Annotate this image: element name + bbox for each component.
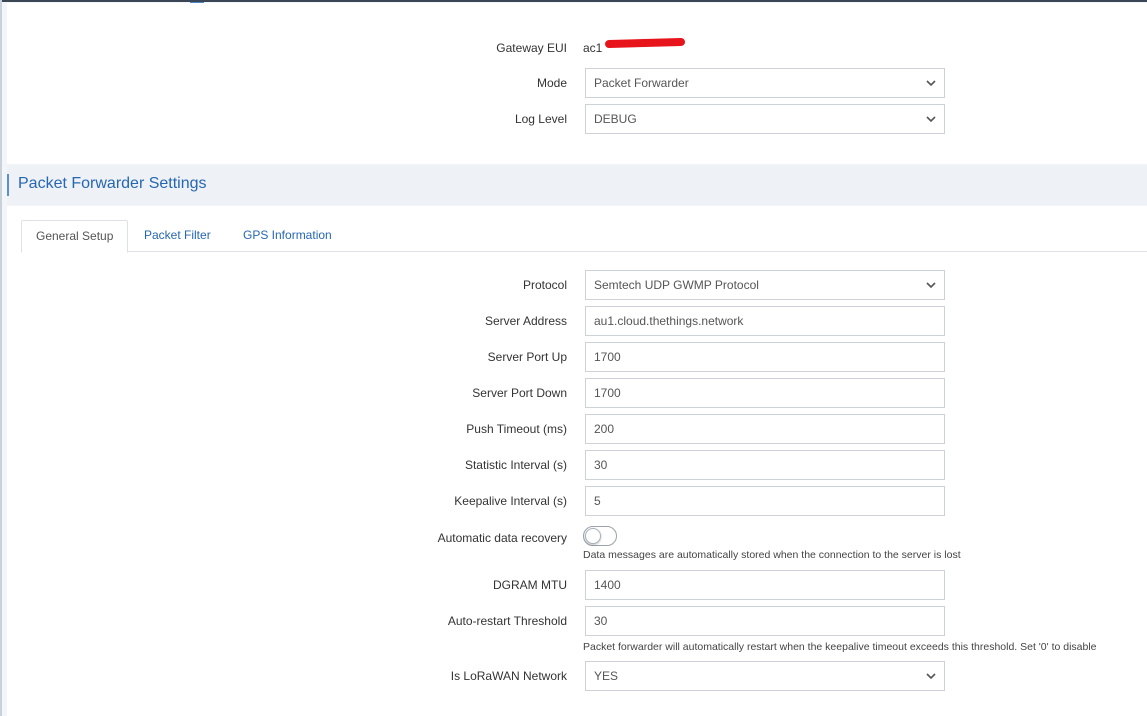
server-address-label: Server Address: [484, 314, 567, 328]
dgram-mtu-input[interactable]: 1400: [585, 570, 945, 600]
statistic-interval-row: Statistic Interval (s) 30: [7, 450, 1147, 480]
auto-recovery-toggle[interactable]: [583, 526, 617, 546]
gateway-eui-label: Gateway EUI: [496, 41, 567, 55]
auto-restart-help: Packet forwarder will automatically rest…: [583, 641, 1097, 653]
server-port-up-input[interactable]: 1700: [585, 342, 945, 372]
left-border: [0, 0, 2, 716]
chevron-down-icon: [926, 80, 936, 87]
dgram-mtu-label: DGRAM MTU: [493, 578, 567, 592]
server-port-up-row: Server Port Up 1700: [7, 342, 1147, 372]
log-level-label: Log Level: [514, 112, 567, 126]
chevron-down-icon: [926, 673, 936, 680]
chevron-down-icon: [926, 282, 936, 289]
protocol-select-value: Semtech UDP GWMP Protocol: [594, 278, 759, 292]
is-lorawan-row: Is LoRaWAN Network YES: [7, 661, 1147, 691]
is-lorawan-select-value: YES: [594, 669, 619, 683]
server-address-input[interactable]: au1.cloud.thethings.network: [585, 306, 945, 336]
mode-row: Mode Packet Forwarder: [7, 68, 1147, 98]
redaction-mark: [604, 37, 686, 49]
server-port-down-row: Server Port Down 1700: [7, 378, 1147, 408]
section-title: Packet Forwarder Settings: [18, 175, 207, 192]
is-lorawan-select[interactable]: YES: [585, 661, 945, 691]
statistic-interval-input[interactable]: 30: [585, 450, 945, 480]
chevron-down-icon: [926, 116, 936, 123]
section-header: Packet Forwarder Settings: [7, 165, 1147, 205]
auto-recovery-help: Data messages are automatically stored w…: [583, 549, 961, 561]
server-port-down-input[interactable]: 1700: [585, 378, 945, 408]
auto-restart-input[interactable]: 30: [585, 606, 945, 636]
keepalive-interval-label: Keepalive Interval (s): [454, 494, 567, 508]
server-address-row: Server Address au1.cloud.thethings.netwo…: [7, 306, 1147, 336]
statistic-interval-label: Statistic Interval (s): [464, 458, 567, 472]
log-level-select[interactable]: DEBUG: [585, 104, 945, 134]
mode-select[interactable]: Packet Forwarder: [585, 68, 945, 98]
toggle-knob: [585, 528, 601, 544]
auto-restart-row: Auto-restart Threshold 30: [7, 606, 1147, 636]
gateway-eui-value: ac1: [583, 41, 603, 55]
tab-bar: General Setup Packet Filter GPS Informat…: [21, 220, 1147, 253]
auto-recovery-label: Automatic data recovery: [437, 531, 567, 545]
tab-gps-information[interactable]: GPS Information: [229, 220, 346, 252]
section-accent-bar: [7, 174, 9, 196]
server-port-down-label: Server Port Down: [472, 386, 567, 400]
push-timeout-input[interactable]: 200: [585, 414, 945, 444]
mode-label: Mode: [536, 76, 567, 90]
gateway-settings-panel: Gateway EUI ac1 Mode Packet Forwarder Lo…: [7, 3, 1147, 164]
protocol-select[interactable]: Semtech UDP GWMP Protocol: [585, 270, 945, 300]
mode-select-value: Packet Forwarder: [594, 76, 689, 90]
push-timeout-label: Push Timeout (ms): [466, 422, 567, 436]
log-level-select-value: DEBUG: [594, 112, 637, 126]
gateway-eui-row: Gateway EUI ac1: [7, 33, 1147, 63]
auto-restart-label: Auto-restart Threshold: [447, 614, 567, 628]
tab-general-setup[interactable]: General Setup: [21, 220, 129, 253]
top-border: [0, 0, 1147, 2]
protocol-label: Protocol: [522, 278, 567, 292]
tab-packet-filter[interactable]: Packet Filter: [130, 220, 225, 252]
keepalive-interval-input[interactable]: 5: [585, 486, 945, 516]
keepalive-interval-row: Keepalive Interval (s) 5: [7, 486, 1147, 516]
auto-recovery-row: Automatic data recovery: [7, 526, 1147, 556]
dgram-mtu-row: DGRAM MTU 1400: [7, 570, 1147, 600]
log-level-row: Log Level DEBUG: [7, 104, 1147, 134]
server-port-up-label: Server Port Up: [487, 350, 567, 364]
packet-forwarder-panel: General Setup Packet Filter GPS Informat…: [7, 206, 1147, 716]
is-lorawan-label: Is LoRaWAN Network: [450, 669, 567, 683]
push-timeout-row: Push Timeout (ms) 200: [7, 414, 1147, 444]
protocol-row: Protocol Semtech UDP GWMP Protocol: [7, 270, 1147, 300]
